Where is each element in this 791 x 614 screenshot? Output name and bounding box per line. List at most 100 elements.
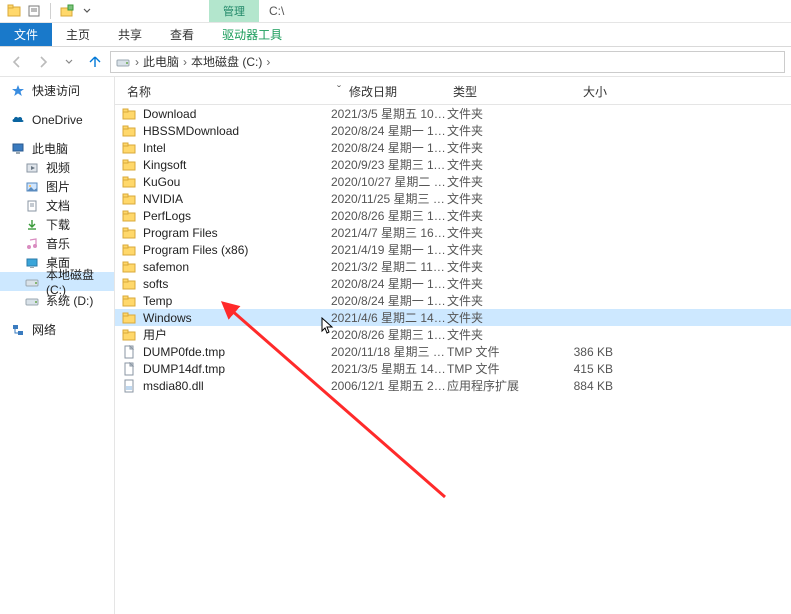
file-name: KuGou bbox=[143, 175, 180, 189]
sidebar-music[interactable]: 音乐 bbox=[0, 234, 114, 253]
file-row[interactable]: msdia80.dll2006/12/1 星期五 23...应用程序扩展884 … bbox=[115, 377, 791, 394]
sidebar-videos[interactable]: 视频 bbox=[0, 158, 114, 177]
sidebar-this-pc[interactable]: 此电脑 bbox=[0, 139, 114, 158]
file-row[interactable]: 用户2020/8/26 星期三 18...文件夹 bbox=[115, 326, 791, 343]
file-row[interactable]: Program Files (x86)2021/4/19 星期一 14...文件… bbox=[115, 241, 791, 258]
sidebar-documents[interactable]: 文档 bbox=[0, 196, 114, 215]
file-row[interactable]: softs2020/8/24 星期一 10...文件夹 bbox=[115, 275, 791, 292]
dll-icon bbox=[121, 378, 137, 394]
file-row[interactable]: KuGou 2020/10/27 星期二 1...文件夹 bbox=[115, 173, 791, 190]
file-type: 文件夹 bbox=[447, 326, 543, 343]
forward-button[interactable] bbox=[32, 51, 54, 73]
qat-dropdown-icon[interactable] bbox=[79, 3, 95, 19]
monitor-icon bbox=[10, 141, 26, 157]
file-row[interactable]: Kingsoft2020/9/23 星期三 11...文件夹 bbox=[115, 156, 791, 173]
content-pane: 名称 ˇ 修改日期 类型 大小 Download 2021/3/5 星期五 10:… bbox=[115, 77, 791, 614]
sort-caret[interactable]: ˇ bbox=[331, 81, 343, 102]
sidebar-drive-c[interactable]: 本地磁盘 (C:) bbox=[0, 272, 114, 291]
sidebar-network[interactable]: 网络 bbox=[0, 320, 114, 339]
sidebar-onedrive[interactable]: OneDrive bbox=[0, 110, 114, 129]
file-date: 2021/3/5 星期五 10:58 bbox=[331, 105, 447, 122]
file-type: 文件夹 bbox=[447, 190, 543, 207]
new-folder-icon[interactable] bbox=[59, 3, 75, 19]
file-type: 文件夹 bbox=[447, 207, 543, 224]
breadcrumb-root[interactable]: 此电脑 bbox=[143, 53, 179, 70]
onedrive-icon bbox=[10, 112, 26, 128]
folder-icon bbox=[121, 191, 137, 207]
file-row[interactable]: Temp2020/8/24 星期一 10...文件夹 bbox=[115, 292, 791, 309]
sidebar-pictures[interactable]: 图片 bbox=[0, 177, 114, 196]
file-name: safemon bbox=[143, 260, 189, 274]
folder-icon bbox=[121, 293, 137, 309]
documents-icon bbox=[24, 198, 40, 214]
file-date: 2020/8/24 星期一 10... bbox=[331, 139, 447, 156]
sidebar-downloads[interactable]: 下载 bbox=[0, 215, 114, 234]
back-button[interactable] bbox=[6, 51, 28, 73]
sidebar-label: 图片 bbox=[46, 178, 70, 195]
sidebar-label: 快速访问 bbox=[32, 82, 80, 99]
videos-icon bbox=[24, 160, 40, 176]
file-row[interactable]: DUMP0fde.tmp2020/11/18 星期三 1...TMP 文件386… bbox=[115, 343, 791, 360]
drive-icon bbox=[115, 54, 131, 70]
file-row[interactable]: safemon2021/3/2 星期二 11:43文件夹 bbox=[115, 258, 791, 275]
sidebar-label: 视频 bbox=[46, 159, 70, 176]
navigation-bar: › 此电脑 › 本地磁盘 (C:) › bbox=[0, 47, 791, 77]
file-name: Intel bbox=[143, 141, 166, 155]
breadcrumb-sep: › bbox=[133, 55, 141, 69]
drive-icon bbox=[24, 274, 40, 290]
tab-drive-tools[interactable]: 驱动器工具 bbox=[208, 23, 296, 46]
tab-view[interactable]: 查看 bbox=[156, 23, 208, 46]
file-type: 文件夹 bbox=[447, 309, 543, 326]
file-name: HBSSMDownload bbox=[143, 124, 239, 138]
file-name: softs bbox=[143, 277, 168, 291]
file-name: Temp bbox=[143, 294, 172, 308]
column-size[interactable]: 大小 bbox=[543, 81, 613, 102]
folder-icon bbox=[121, 259, 137, 275]
tab-home[interactable]: 主页 bbox=[52, 23, 104, 46]
sidebar-label: 系统 (D:) bbox=[46, 292, 93, 309]
breadcrumb[interactable]: › 此电脑 › 本地磁盘 (C:) › bbox=[110, 51, 785, 73]
sidebar-label: 下载 bbox=[46, 216, 70, 233]
file-row[interactable]: PerfLogs2020/8/26 星期三 18...文件夹 bbox=[115, 207, 791, 224]
file-row[interactable]: DUMP14df.tmp2021/3/5 星期五 14:02TMP 文件415 … bbox=[115, 360, 791, 377]
quick-access-toolbar bbox=[0, 3, 101, 19]
column-date[interactable]: 修改日期 bbox=[343, 81, 447, 102]
downloads-icon bbox=[24, 217, 40, 233]
file-row[interactable]: NVIDIA2020/11/25 星期三 1...文件夹 bbox=[115, 190, 791, 207]
file-date: 2020/8/26 星期三 18... bbox=[331, 207, 447, 224]
properties-icon[interactable] bbox=[26, 3, 42, 19]
file-date: 2020/10/27 星期二 1... bbox=[331, 173, 447, 190]
tab-file[interactable]: 文件 bbox=[0, 23, 52, 46]
folder-icon bbox=[121, 225, 137, 241]
folder-icon bbox=[121, 123, 137, 139]
folder-icon bbox=[121, 327, 137, 343]
navigation-pane: 快速访问 OneDrive 此电脑 视频 图片 文档 下载 bbox=[0, 77, 115, 614]
tab-share[interactable]: 共享 bbox=[104, 23, 156, 46]
file-date: 2020/8/26 星期三 18... bbox=[331, 326, 447, 343]
network-icon bbox=[10, 322, 26, 338]
file-size: 415 KB bbox=[543, 362, 613, 376]
file-date: 2021/3/2 星期二 11:43 bbox=[331, 258, 447, 275]
column-type[interactable]: 类型 bbox=[447, 81, 543, 102]
pictures-icon bbox=[24, 179, 40, 195]
column-name[interactable]: 名称 bbox=[121, 81, 331, 102]
up-button[interactable] bbox=[84, 51, 106, 73]
file-row[interactable]: Intel2020/8/24 星期一 10...文件夹 bbox=[115, 139, 791, 156]
recent-dropdown[interactable] bbox=[58, 51, 80, 73]
file-row[interactable]: Download2021/3/5 星期五 10:58文件夹 bbox=[115, 105, 791, 122]
sidebar-label: 音乐 bbox=[46, 235, 70, 252]
explorer-icon bbox=[6, 3, 22, 19]
file-type: TMP 文件 bbox=[447, 343, 543, 360]
file-list: Download 2021/3/5 星期五 10:58 文件夹 HBSSMDownlo… bbox=[115, 105, 791, 394]
file-name: Download bbox=[143, 107, 196, 121]
breadcrumb-drive[interactable]: 本地磁盘 (C:) bbox=[191, 53, 262, 70]
file-type: 文件夹 bbox=[447, 156, 543, 173]
sidebar-quick-access[interactable]: 快速访问 bbox=[0, 81, 114, 100]
file-row[interactable]: Program Files2021/4/7 星期三 16:23文件夹 bbox=[115, 224, 791, 241]
file-row[interactable]: HBSSMDownload2020/8/24 星期一 10...文件夹 bbox=[115, 122, 791, 139]
file-type: 文件夹 bbox=[447, 173, 543, 190]
file-date: 2020/11/18 星期三 1... bbox=[331, 343, 447, 360]
folder-icon bbox=[121, 157, 137, 173]
file-row[interactable]: Windows2021/4/6 星期二 14:14文件夹 bbox=[115, 309, 791, 326]
file-type: 文件夹 bbox=[447, 292, 543, 309]
